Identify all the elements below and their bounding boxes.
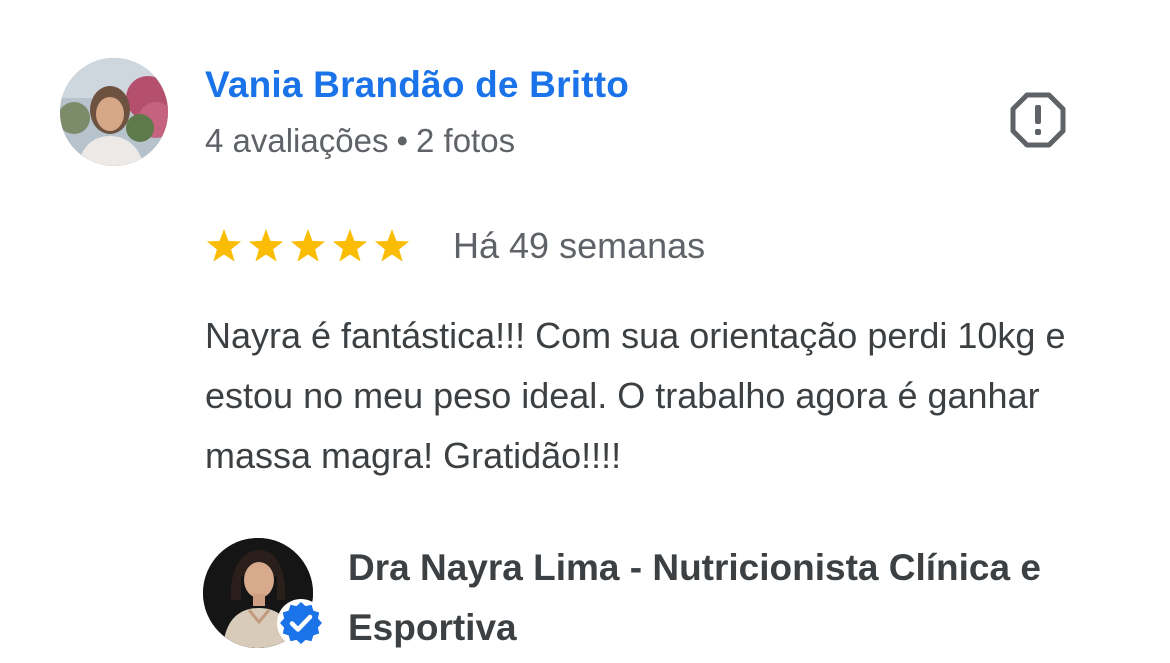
star-icon	[248, 229, 284, 262]
report-review-button[interactable]	[1005, 89, 1071, 151]
verified-badge	[276, 598, 326, 648]
meta-separator: •	[396, 122, 409, 159]
review-text: Nayra é fantástica!!! Com sua orientação…	[205, 315, 1066, 476]
report-octagon-icon	[1010, 92, 1066, 148]
reviewer-meta: 4 avaliações • 2 fotos	[205, 122, 515, 160]
review-date: Há 49 semanas	[453, 225, 706, 266]
rating-row: Há 49 semanas	[205, 222, 705, 270]
reviewer-avatar[interactable]	[60, 58, 168, 166]
star-icon	[290, 229, 326, 262]
star-icon	[332, 229, 368, 262]
reviews-count: 4 avaliações	[205, 122, 389, 159]
verified-badge-icon	[277, 599, 325, 647]
star-rating	[205, 227, 411, 265]
reviewer-name-link[interactable]: Vania Brandão de Britto	[205, 64, 629, 106]
star-icon	[206, 229, 242, 262]
star-icon	[374, 229, 410, 262]
avatar-photo	[60, 58, 168, 166]
owner-response-name: Dra Nayra Lima - Nutricionista Clínica e…	[348, 547, 1041, 648]
photos-count: 2 fotos	[416, 122, 516, 159]
